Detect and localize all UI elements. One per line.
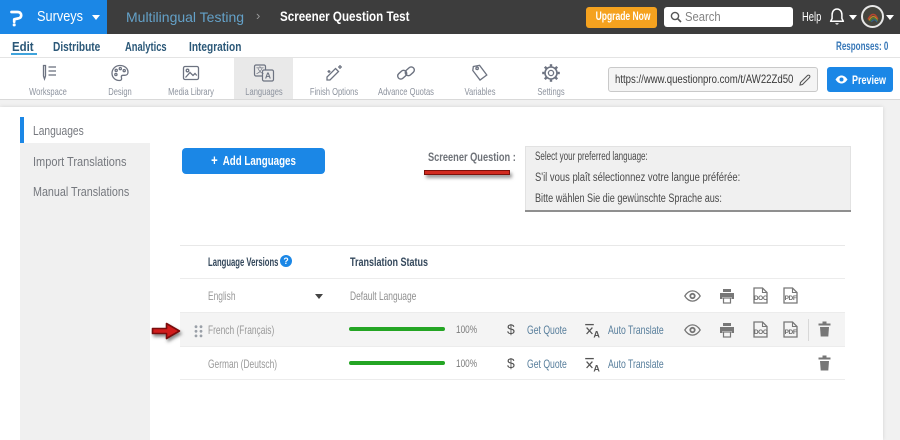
svg-text:DOC: DOC xyxy=(754,295,768,302)
svg-text:A: A xyxy=(593,330,600,339)
svg-text:PDF: PDF xyxy=(785,295,797,302)
svg-text:?: ? xyxy=(283,256,288,266)
svg-text:A: A xyxy=(264,71,270,81)
svg-text:文: 文 xyxy=(256,65,264,75)
svg-text:DOC: DOC xyxy=(754,329,768,336)
svg-text:PDF: PDF xyxy=(785,329,797,336)
svg-text:A: A xyxy=(593,364,600,373)
